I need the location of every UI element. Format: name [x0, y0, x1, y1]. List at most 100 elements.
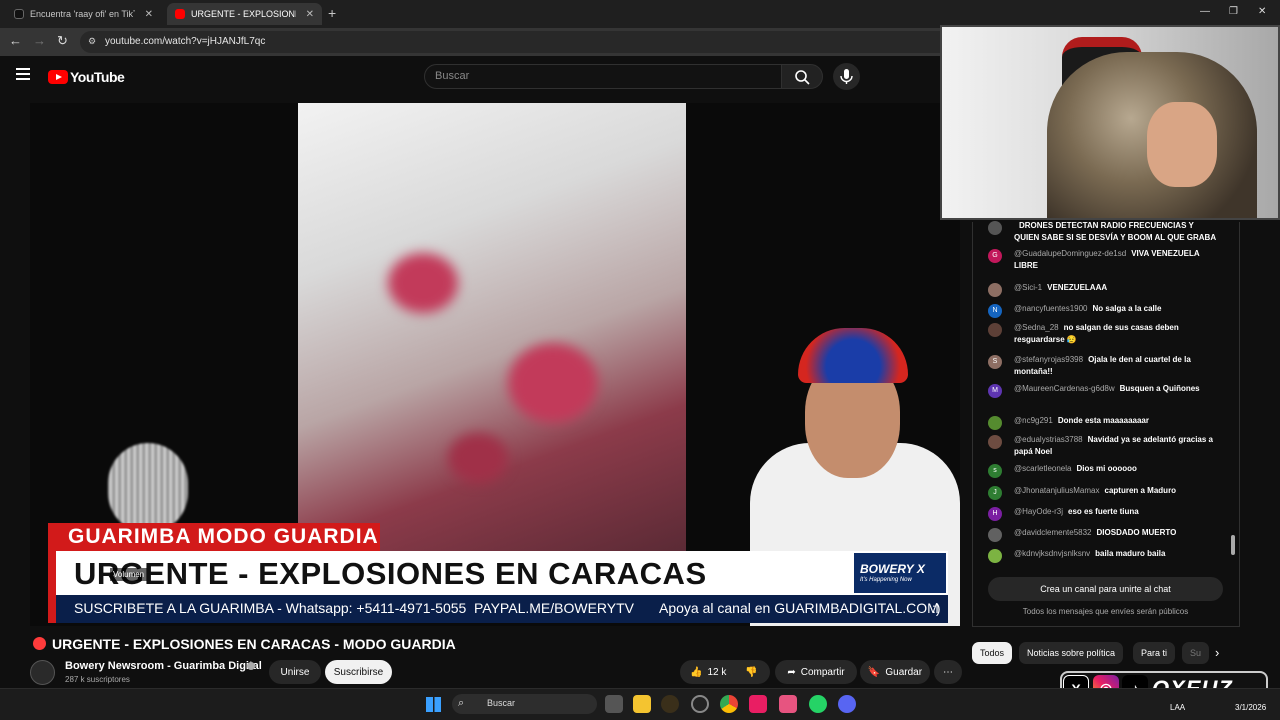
chip-for-you[interactable]: Para ti: [1133, 642, 1176, 664]
chat-author[interactable]: @HayOde-r3j: [1014, 507, 1063, 516]
chat-message: J @JhonatanjuliusMamax capturen a Maduro: [988, 485, 1218, 500]
chat-avatar[interactable]: [988, 323, 1002, 337]
chat-avatar[interactable]: [988, 549, 1002, 563]
chat-author[interactable]: @Sici-1: [1014, 283, 1042, 292]
subscribe-button[interactable]: Suscribirse: [325, 660, 392, 684]
whatsapp-icon[interactable]: [809, 695, 827, 713]
chat-message: @Sedna_28 no salgan de sus casas deben re…: [988, 322, 1218, 346]
reload-icon[interactable]: ↻: [57, 33, 68, 49]
browser-tab-youtube[interactable]: URGENTE - EXPLOSIONES E ✕: [167, 3, 322, 25]
host-cap: [798, 328, 908, 383]
chip-politics-news[interactable]: Noticias sobre política: [1019, 642, 1124, 664]
more-icon: ⋯: [943, 666, 953, 678]
chat-avatar[interactable]: S: [988, 355, 1002, 369]
voice-search-button[interactable]: [833, 63, 860, 90]
chat-author[interactable]: @scarletleonela: [1014, 464, 1071, 473]
channel-name[interactable]: Bowery Newsroom - Guarimba Digital: [65, 660, 262, 672]
streaming-app-icon[interactable]: [779, 695, 797, 713]
bowery-x-logo: BOWERY X It's Happening Now: [854, 553, 946, 593]
close-tab-icon[interactable]: ✕: [306, 9, 314, 20]
chat-author[interactable]: @davidclemente5832: [1014, 528, 1092, 537]
url-text[interactable]: youtube.com/watch?v=jHJANJfL7qc: [105, 36, 265, 47]
thumbs-down-icon[interactable]: 👎: [745, 667, 757, 678]
bookmark-icon: 🔖: [867, 666, 881, 678]
search-icon: ⌕: [458, 697, 465, 709]
chat-author[interactable]: @edualystrias3788: [1014, 435, 1083, 444]
task-view-icon[interactable]: [605, 695, 623, 713]
join-button[interactable]: Unirse: [269, 660, 321, 684]
search-button[interactable]: [781, 64, 823, 89]
like-button[interactable]: 👍 12 k 👎: [680, 660, 770, 684]
public-messages-note: Todos los mensajes que envíes serán públ…: [1022, 607, 1189, 616]
chat-message: DRONES DETECTAN RADIO FRECUENCIAS Y QUIE…: [988, 220, 1218, 244]
chat-author[interactable]: @JhonatanjuliusMamax: [1014, 486, 1100, 495]
chat-avatar[interactable]: [988, 435, 1002, 449]
new-tab-icon[interactable]: +: [328, 5, 336, 21]
chat-author[interactable]: @stefanyrojas9398: [1014, 355, 1083, 364]
obs-icon[interactable]: [691, 695, 709, 713]
share-button[interactable]: ➦ Compartir: [775, 660, 857, 684]
close-tab-icon[interactable]: ✕: [145, 9, 153, 20]
maximize-icon[interactable]: ❐: [1229, 6, 1238, 17]
chat-message: @davidclemente5832 DIOSDADO MUERTO: [988, 527, 1218, 542]
chat-avatar[interactable]: [988, 528, 1002, 542]
chat-message: H @HayOde-r3j eso es fuerte tiuna: [988, 506, 1218, 521]
chat-text: eso es fuerte tiuna: [1068, 507, 1139, 516]
windows-start-icon[interactable]: [426, 697, 441, 712]
browser-tab-tiktok[interactable]: Encuentra 'raay ofi' en TikTok | ✕: [6, 3, 161, 25]
tiktok-favicon-icon: [14, 9, 24, 19]
taskbar-date[interactable]: 3/1/2026: [1235, 703, 1266, 712]
chat-text: Busquen a Quiñones: [1119, 384, 1200, 393]
save-button[interactable]: 🔖 Guardar: [860, 660, 930, 684]
search-input[interactable]: Buscar: [424, 64, 782, 89]
back-icon[interactable]: ←: [9, 33, 22, 48]
youtube-logo-icon[interactable]: [48, 70, 68, 84]
ticker-item: PAYPAL.ME/BOWERYTV: [474, 600, 635, 616]
chat-avatar[interactable]: s: [988, 464, 1002, 478]
input-language[interactable]: LAA: [1170, 703, 1185, 712]
chevron-right-icon[interactable]: ›: [1215, 645, 1219, 660]
chat-text: VENEZUELAAA: [1047, 283, 1108, 292]
channel-avatar[interactable]: [30, 660, 55, 685]
subscriber-count: 287 k suscriptores: [65, 675, 130, 684]
tiktok-app-icon[interactable]: [749, 695, 767, 713]
chat-avatar[interactable]: N: [988, 304, 1002, 318]
chat-author[interactable]: @GuadalupeDominguez-de1sd: [1014, 249, 1126, 258]
chat-avatar[interactable]: [988, 221, 1002, 235]
more-actions-button[interactable]: ⋯: [934, 660, 962, 684]
chat-author[interactable]: @MaureenCardenas-g6d8w: [1014, 384, 1115, 393]
chat-author[interactable]: @nc9g291: [1014, 416, 1053, 425]
site-info-icon[interactable]: ⚙: [88, 36, 96, 47]
close-window-icon[interactable]: ✕: [1258, 6, 1266, 17]
ticker-item: :): [932, 600, 941, 616]
chat-author[interactable]: @kdnvjksdnvjsnlksnv: [1014, 549, 1090, 558]
chat-scrollbar[interactable]: [1231, 535, 1235, 555]
chat-message: @kdnvjksdnvjsnlksnv baila maduro baila: [988, 548, 1218, 563]
chat-text: DRONES DETECTAN RADIO FRECUENCIAS Y QUIE…: [1014, 221, 1217, 242]
chat-avatar[interactable]: [988, 416, 1002, 430]
chat-avatar[interactable]: G: [988, 249, 1002, 263]
video-player[interactable]: GUARIMBA MODO GUARDIA URGENTE - EXPLOSIO…: [30, 103, 960, 626]
taskbar-search[interactable]: Buscar: [452, 694, 597, 714]
menu-icon[interactable]: [16, 68, 30, 83]
create-channel-button[interactable]: Crea un canal para unirte al chat: [988, 577, 1223, 601]
youtube-wordmark[interactable]: YouTube: [70, 69, 125, 85]
video-title: URGENTE - EXPLOSIONES EN CARACAS - MODO …: [52, 636, 456, 652]
thumbs-up-icon: 👍: [690, 666, 703, 678]
chip-todos[interactable]: Todos: [972, 642, 1013, 664]
chat-avatar[interactable]: M: [988, 384, 1002, 398]
chrome-icon[interactable]: [720, 695, 738, 713]
chip-more[interactable]: Su: [1182, 642, 1210, 664]
chat-avatar[interactable]: H: [988, 507, 1002, 521]
file-explorer-icon[interactable]: [633, 695, 651, 713]
chat-avatar[interactable]: [988, 283, 1002, 297]
minimize-icon[interactable]: —: [1200, 6, 1210, 17]
chat-avatar[interactable]: J: [988, 486, 1002, 500]
forward-icon[interactable]: →: [33, 33, 46, 48]
app-icon[interactable]: [661, 695, 679, 713]
chat-text: Dios mi oooooo: [1076, 464, 1137, 473]
chat-message: M @MaureenCardenas-g6d8w Busquen a Quiñone…: [988, 383, 1218, 398]
chat-author[interactable]: @Sedna_28: [1014, 323, 1059, 332]
chat-author[interactable]: @nancyfuentes1900: [1014, 304, 1088, 313]
discord-icon[interactable]: [838, 695, 856, 713]
